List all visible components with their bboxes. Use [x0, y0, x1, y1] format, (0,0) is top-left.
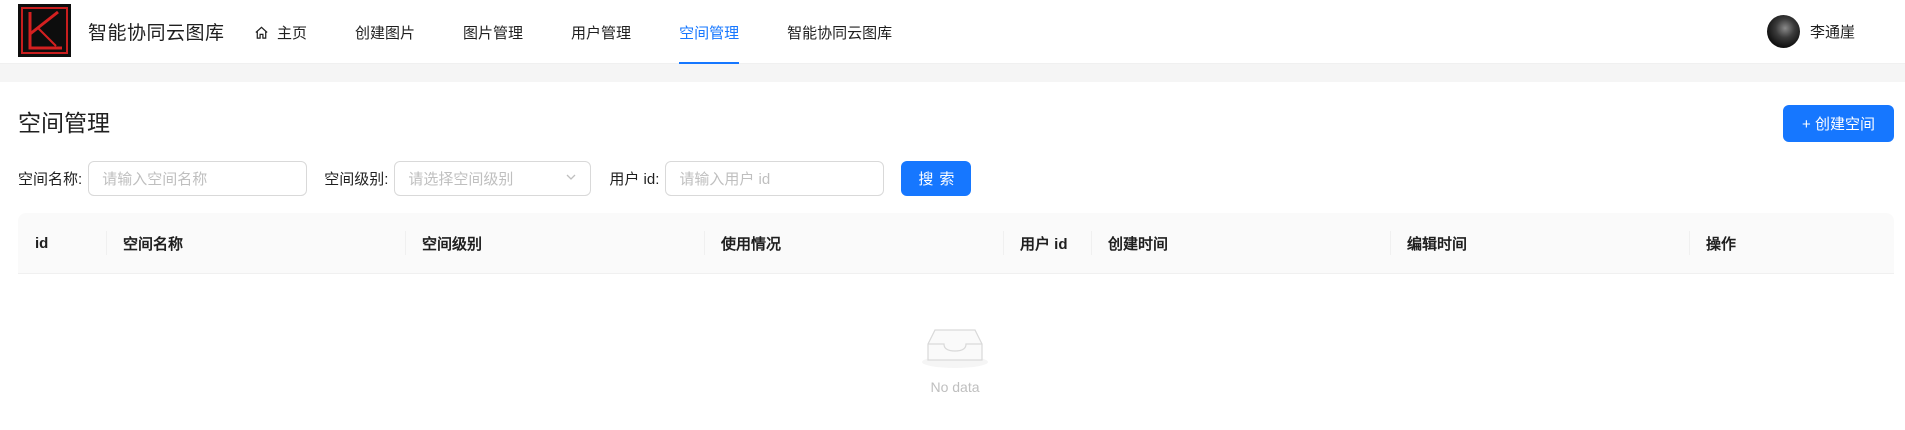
- main-content: 空间管理 + 创建空间 空间名称: 请输入空间名称 空间级别: 请选择空间级别 …: [0, 82, 1905, 430]
- nav-item-home-label: 主页: [277, 24, 308, 42]
- create-space-button[interactable]: + 创建空间: [1783, 105, 1894, 142]
- table-header: id 空间名称 空间级别 使用情况 用户 id 创建时间 编辑时间 操作: [18, 213, 1894, 274]
- user-id-label: 用户 id:: [609, 171, 660, 188]
- empty-inbox-icon: [922, 329, 988, 368]
- space-name-label: 空间名称:: [18, 171, 83, 188]
- nav-item-create-picture-label: 创建图片: [355, 24, 416, 42]
- column-header-space-level: 空间级别: [405, 213, 704, 274]
- nav-item-picture-manage-label: 图片管理: [463, 24, 524, 42]
- avatar[interactable]: [1766, 15, 1800, 48]
- column-header-usage: 使用情况: [704, 213, 1003, 274]
- column-header-space-name: 空间名称: [106, 213, 405, 274]
- user-id-input[interactable]: 请输入用户 id: [665, 161, 885, 196]
- nav-item-home[interactable]: 主页: [254, 0, 307, 64]
- nav-item-space-manage-label: 空间管理: [679, 24, 740, 42]
- nav-item-create-picture[interactable]: 创建图片: [355, 0, 415, 64]
- logo-icon: [18, 4, 71, 57]
- space-level-select[interactable]: 请选择空间级别: [394, 161, 592, 196]
- nav-item-cloud-gallery-label: 智能协同云图库: [787, 24, 893, 42]
- chevron-down-icon: [565, 170, 577, 187]
- empty-state: No data: [900, 322, 1010, 395]
- site-title[interactable]: 智能协同云图库: [88, 18, 225, 45]
- column-header-id: id: [35, 235, 49, 252]
- column-header-actions: 操作: [1689, 213, 1894, 274]
- search-button[interactable]: 搜索: [901, 161, 972, 196]
- nav-item-user-manage[interactable]: 用户管理: [571, 0, 631, 64]
- top-header: 智能协同云图库 主页 创建图片 图片管理 用户管理 空间管理 智能协同云图库 李…: [0, 0, 1905, 64]
- user-id-placeholder: 请输入用户 id: [679, 171, 771, 188]
- nav-item-cloud-gallery[interactable]: 智能协同云图库: [787, 0, 892, 64]
- column-header-edit-time: 编辑时间: [1390, 213, 1689, 274]
- space-level-placeholder: 请选择空间级别: [408, 171, 514, 188]
- main-nav: 主页 创建图片 图片管理 用户管理 空间管理 智能协同云图库: [254, 0, 940, 64]
- home-icon: [254, 25, 269, 40]
- column-header-user-id: 用户 id: [1003, 213, 1091, 274]
- space-name-placeholder: 请输入空间名称: [102, 171, 208, 188]
- site-logo[interactable]: [18, 4, 71, 57]
- search-form: 空间名称: 请输入空间名称 空间级别: 请选择空间级别 用户 id: 请输入用户…: [18, 161, 972, 196]
- empty-text: No data: [930, 379, 980, 395]
- space-name-input[interactable]: 请输入空间名称: [88, 161, 308, 196]
- user-menu[interactable]: 李通崖: [1766, 15, 1855, 48]
- page-title: 空间管理: [18, 110, 110, 136]
- space-level-label: 空间级别:: [324, 171, 389, 188]
- column-header-create-time: 创建时间: [1091, 213, 1390, 274]
- user-name: 李通崖: [1809, 24, 1855, 41]
- nav-item-picture-manage[interactable]: 图片管理: [463, 0, 523, 64]
- nav-item-user-manage-label: 用户管理: [571, 24, 632, 42]
- nav-item-space-manage[interactable]: 空间管理: [679, 0, 740, 64]
